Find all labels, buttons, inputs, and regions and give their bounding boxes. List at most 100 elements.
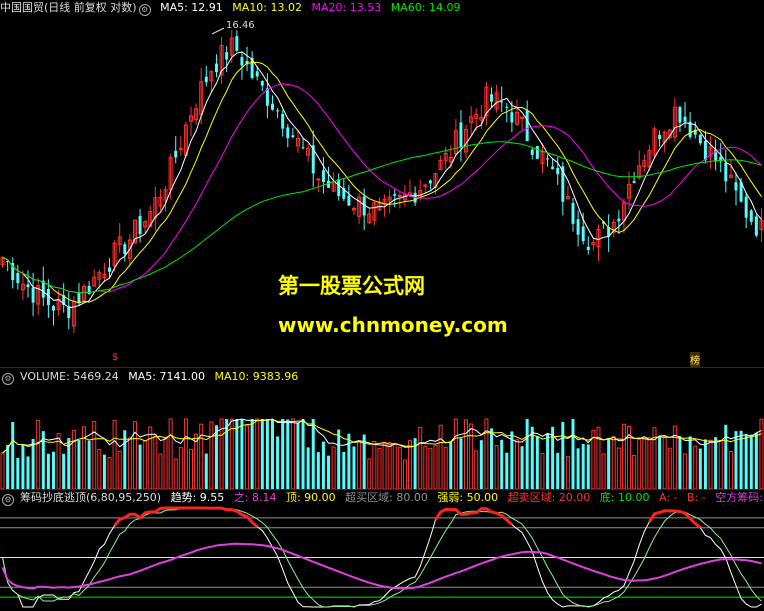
candle-body <box>204 76 208 83</box>
candle-body <box>87 285 91 295</box>
candle-body <box>51 306 55 311</box>
indicator-chart[interactable] <box>0 506 764 611</box>
ma10-label: MA10: 13.02 <box>232 1 303 14</box>
volume-bar <box>342 452 346 489</box>
marker-right: 榜 <box>690 352 700 367</box>
volume-bar <box>703 439 707 489</box>
volume-bar <box>168 418 173 489</box>
volume-bar <box>352 446 356 489</box>
volume-bar <box>423 446 428 489</box>
volume-bar <box>255 418 260 489</box>
settings-icon[interactable]: ⚙ <box>2 494 14 506</box>
volume-bar <box>173 458 178 489</box>
candle-body <box>500 101 504 103</box>
volume-bar <box>0 452 5 489</box>
volume-bar <box>77 440 81 489</box>
volume-label: VOLUME: 5469.24 <box>20 370 119 383</box>
candle-body <box>321 170 325 183</box>
volume-bar <box>698 448 702 489</box>
high-price-label: 16.46 <box>226 20 255 31</box>
volume-bar <box>540 452 545 489</box>
volume-bar <box>714 437 718 489</box>
volume-chart[interactable] <box>0 385 764 489</box>
high-marker-line <box>211 27 225 35</box>
volume-bar <box>372 441 377 489</box>
volume-bar <box>546 433 550 489</box>
separator-1 <box>0 367 764 368</box>
indicator-panel: ⚙ 筹码抄底逃顶(6,80,95,250) 趋势: 9.55 之: 8.14 顶:… <box>0 490 764 611</box>
candle-body <box>703 140 707 161</box>
volume-bar <box>31 438 35 489</box>
volume-bar <box>591 429 596 489</box>
candle-body <box>749 210 753 222</box>
short-chips-label: 空方筹码: 20.91 <box>715 491 764 504</box>
volume-bar <box>377 447 382 489</box>
zhi-label: 之: 8.14 <box>233 491 277 504</box>
volume-bar <box>209 421 214 489</box>
volume-bar <box>688 436 692 489</box>
volume-bar <box>331 446 336 489</box>
candle-body <box>26 284 30 288</box>
volume-bar <box>596 426 601 489</box>
top-escape-segment <box>648 509 702 529</box>
volume-bar <box>728 450 733 489</box>
volume-bar <box>102 454 106 489</box>
volume-bar <box>153 435 158 489</box>
a-label: A: - <box>658 491 678 504</box>
volume-bar <box>21 444 25 489</box>
settings-icon[interactable]: ⚙ <box>2 373 14 385</box>
watermark-url: www.chnmoney.com <box>278 313 508 337</box>
volume-bar <box>500 439 504 489</box>
marker-left: $ <box>112 352 119 363</box>
candle-body <box>397 195 402 198</box>
bottom-label: 底: 10.00 <box>599 491 650 504</box>
volume-bar <box>535 435 539 489</box>
volume-bar <box>286 419 290 489</box>
candle-body <box>525 110 529 142</box>
volume-bar <box>189 448 193 489</box>
volume-bar <box>576 448 580 489</box>
volume-bar <box>290 418 295 489</box>
volume-bar <box>178 447 183 489</box>
volume-bar <box>281 419 285 489</box>
volume-bar <box>276 436 280 489</box>
settings-icon[interactable]: ⚙ <box>138 4 151 16</box>
volume-bar <box>616 447 621 489</box>
volume-bar <box>494 445 499 489</box>
stock-title: 中国国贸(日线 前复权 对数) <box>0 1 137 14</box>
volume-bar <box>464 419 469 489</box>
volume-bar <box>571 419 575 489</box>
volume-bar <box>520 446 524 489</box>
candle-body <box>510 112 514 123</box>
volume-bar <box>143 440 148 489</box>
volume-bar <box>270 419 274 489</box>
candle-body <box>617 218 621 222</box>
candle-body <box>754 216 758 236</box>
candle-body <box>734 182 738 191</box>
volume-bar <box>194 433 199 489</box>
candle-body <box>556 167 560 175</box>
volume-bar <box>418 427 423 489</box>
volume-bar <box>453 418 458 489</box>
volume-bar <box>667 447 672 489</box>
volume-bar <box>724 424 728 489</box>
volume-bar <box>183 418 188 489</box>
ma5-label: MA5: 12.91 <box>160 1 223 14</box>
candle-body <box>316 178 321 181</box>
price-panel: 中国国贸(日线 前复权 对数) ⚙ MA5: 12.91 MA10: 13.02 … <box>0 0 764 368</box>
volume-bar <box>637 438 642 489</box>
candle-body <box>41 280 45 298</box>
volume-bar <box>556 452 560 489</box>
volume-bar <box>449 441 453 489</box>
volume-bar <box>321 441 325 489</box>
top-label: 顶: 90.00 <box>285 491 336 504</box>
candle-body <box>683 116 687 122</box>
volume-bar <box>62 453 66 489</box>
vol-ma5-label: MA5: 7141.00 <box>128 370 205 383</box>
volume-bar <box>662 437 667 489</box>
candle-body <box>291 135 295 138</box>
volume-bar <box>316 452 320 489</box>
volume-bar <box>658 436 662 489</box>
volume-bar <box>357 440 362 489</box>
candle-body <box>490 94 494 102</box>
